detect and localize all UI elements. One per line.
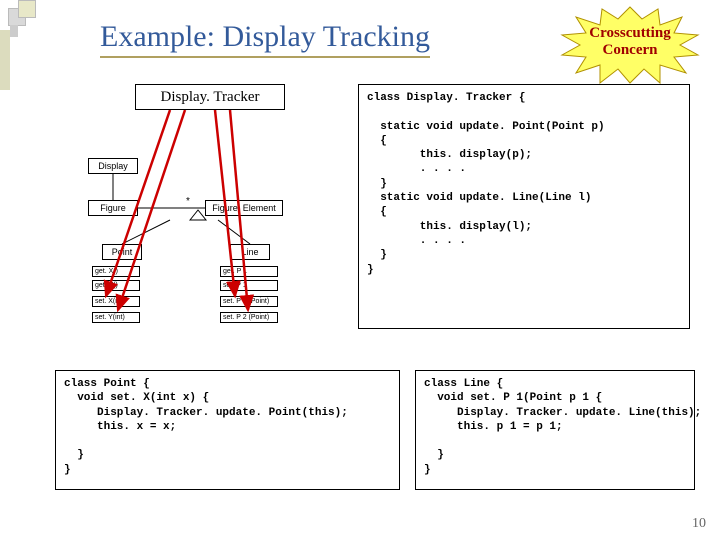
code-point-class: class Point { void set. X(int x) { Displ…	[55, 370, 400, 490]
starburst-line2: Concern	[603, 42, 658, 58]
uml-point-setx: set. X(int)	[92, 296, 140, 307]
display-tracker-label: Display. Tracker	[135, 84, 285, 110]
code-line-class: class Line { void set. P 1(Point p 1 { D…	[415, 370, 695, 490]
uml-figure: Figure	[88, 200, 138, 216]
uml-point-getx: get. X()	[92, 266, 140, 277]
slide-title: Example: Display Tracking	[100, 20, 430, 58]
starburst-callout: Crosscutting Concern	[560, 5, 700, 80]
page-number: 10	[692, 516, 706, 532]
uml-point-sety: set. Y(int)	[92, 312, 140, 323]
uml-line-setp1: set. P 1	[220, 280, 278, 291]
uml-line: Line	[230, 244, 270, 260]
uml-multiplicity-star: *	[186, 196, 190, 207]
uml-line-setp1-point: set. P 1 (Point)	[220, 296, 278, 307]
uml-diagram: Display Figure Figure. Element Point Lin…	[80, 136, 340, 346]
starburst-line1: Crosscutting	[589, 25, 670, 41]
corner-decoration	[0, 0, 60, 70]
uml-point-gety: get. Y()	[92, 280, 140, 291]
uml-point: Point	[102, 244, 142, 260]
code-display-tracker: class Display. Tracker { static void upd…	[358, 84, 690, 329]
uml-figure-element: Figure. Element	[205, 200, 283, 216]
uml-line-getp1: get. P 1	[220, 266, 278, 277]
title-text: Example: Display Tracking	[100, 20, 430, 58]
uml-line-setp2-point: set. P 2 (Point)	[220, 312, 278, 323]
uml-display: Display	[88, 158, 138, 174]
